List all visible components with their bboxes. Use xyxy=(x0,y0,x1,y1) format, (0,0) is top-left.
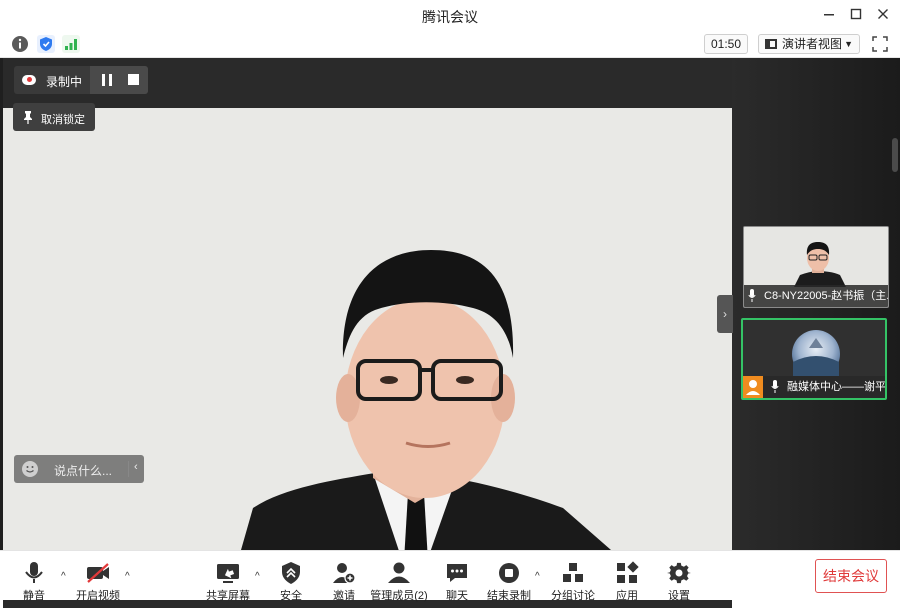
participant-tile-active[interactable]: 融媒体中心——谢平... xyxy=(741,318,887,400)
chat-divider xyxy=(128,461,129,477)
apps-label: 应用 xyxy=(616,590,638,602)
share-screen-button[interactable]: 共享屏幕 xyxy=(205,553,251,602)
pause-recording-button[interactable] xyxy=(98,66,120,94)
participant-avatar-area xyxy=(743,320,885,376)
main-video xyxy=(3,108,732,578)
pin-icon xyxy=(24,111,32,124)
meeting-timer: 01:50 xyxy=(704,34,748,54)
gear-icon xyxy=(667,562,691,584)
fullscreen-button[interactable] xyxy=(871,35,889,53)
stop-record-icon xyxy=(499,563,519,583)
speaker-view-icon xyxy=(765,39,777,49)
maximize-icon xyxy=(850,8,862,20)
settings-label: 设置 xyxy=(668,590,690,602)
invite-label: 邀请 xyxy=(333,590,355,602)
share-label: 共享屏幕 xyxy=(206,590,250,602)
end-meeting-button[interactable]: 结束会议 xyxy=(815,559,887,593)
participant-tile[interactable]: C8-NY22005-赵书振（主... xyxy=(743,226,889,308)
video-off-icon xyxy=(87,563,109,583)
shield-icon[interactable] xyxy=(37,35,55,53)
members-icon xyxy=(388,562,410,583)
collapse-chevron-icon[interactable]: ‹ xyxy=(134,461,138,473)
panel-scrollbar[interactable] xyxy=(892,138,898,172)
meeting-info-bar: 01:50 演讲者视图 ▼ xyxy=(0,30,900,58)
close-icon xyxy=(878,9,888,19)
add-user-icon xyxy=(333,563,356,584)
recording-controls xyxy=(90,66,148,94)
video-label: 开启视频 xyxy=(76,590,120,602)
chat-label: 聊天 xyxy=(446,590,468,602)
breakout-label: 分组讨论 xyxy=(551,590,595,602)
share-screen-icon xyxy=(217,564,239,583)
pause-icon xyxy=(102,74,105,86)
microphone-icon xyxy=(771,380,779,393)
info-icon[interactable] xyxy=(11,35,29,53)
maximize-button[interactable] xyxy=(847,6,865,24)
participant-caption: 融媒体中心——谢平... xyxy=(743,376,885,398)
invite-button[interactable]: 邀请 xyxy=(327,553,361,602)
stop-recording-button[interactable]: 结束录制 xyxy=(486,553,532,602)
minimize-icon xyxy=(824,14,834,16)
mute-label: 静音 xyxy=(23,590,45,602)
chat-placeholder: 说点什么... xyxy=(54,464,113,478)
manage-members-button[interactable]: 管理成员(2) xyxy=(370,553,428,602)
settings-button[interactable]: 设置 xyxy=(662,553,696,602)
close-button[interactable] xyxy=(874,6,892,24)
start-video-button[interactable]: 开启视频 xyxy=(74,553,122,602)
minimize-button[interactable] xyxy=(820,6,838,24)
user-avatar-icon xyxy=(743,376,763,398)
recording-indicator: 录制中 xyxy=(14,66,148,94)
chat-bubble-icon xyxy=(447,564,467,582)
toggle-panel-button[interactable]: › xyxy=(717,295,733,333)
unlock-label: 取消锁定 xyxy=(41,114,85,126)
mute-button[interactable]: 静音 xyxy=(14,553,54,602)
microphone-icon xyxy=(25,562,43,583)
caret-down-icon: ▼ xyxy=(844,39,853,49)
microphone-icon xyxy=(748,289,756,302)
cloud-record-icon xyxy=(22,75,36,85)
breakout-rooms-button[interactable]: 分组讨论 xyxy=(550,553,596,602)
members-label: 管理成员(2) xyxy=(370,590,428,602)
stop-record-label: 结束录制 xyxy=(487,590,531,602)
shield-icon xyxy=(282,562,300,584)
recording-label: 录制中 xyxy=(46,75,83,89)
audio-options-caret[interactable]: ^ xyxy=(61,571,66,582)
chat-button[interactable]: 聊天 xyxy=(440,553,474,602)
breakout-icon xyxy=(563,563,583,582)
apps-button[interactable]: 应用 xyxy=(610,553,644,602)
stop-recording-icon[interactable] xyxy=(128,74,139,85)
apps-icon xyxy=(617,561,639,583)
emoji-icon[interactable] xyxy=(22,461,38,477)
security-button[interactable]: 安全 xyxy=(274,553,308,602)
participant-name: 融媒体中心——谢平... xyxy=(787,381,885,393)
video-options-caret[interactable]: ^ xyxy=(125,571,130,582)
meeting-control-bar: 静音 ^ 开启视频 ^ 共享屏幕 ^ 安全 邀请 管理成员(2) 聊天 结束录制… xyxy=(0,550,900,602)
participant-name: C8-NY22005-赵书振（主... xyxy=(764,290,888,302)
record-options-caret[interactable]: ^ xyxy=(535,571,540,582)
title-bar: 腾讯会议 xyxy=(0,0,900,30)
participant-caption: C8-NY22005-赵书振（主... xyxy=(744,285,888,307)
speaker-video-image xyxy=(3,108,732,578)
view-mode-select[interactable]: 演讲者视图 ▼ xyxy=(758,34,860,54)
security-label: 安全 xyxy=(280,590,302,602)
share-options-caret[interactable]: ^ xyxy=(255,571,260,582)
pause-icon-bar xyxy=(109,74,112,86)
window-title: 腾讯会议 xyxy=(422,9,478,25)
view-mode-label: 演讲者视图 xyxy=(782,37,843,51)
unlock-view-button[interactable]: 取消锁定 xyxy=(13,103,95,131)
chat-quick-input[interactable]: 说点什么... ‹ xyxy=(14,455,144,483)
fullscreen-icon xyxy=(872,36,888,52)
chevron-right-icon: › xyxy=(723,307,727,321)
signal-icon[interactable] xyxy=(62,35,80,53)
participant-video-thumb xyxy=(744,227,888,287)
